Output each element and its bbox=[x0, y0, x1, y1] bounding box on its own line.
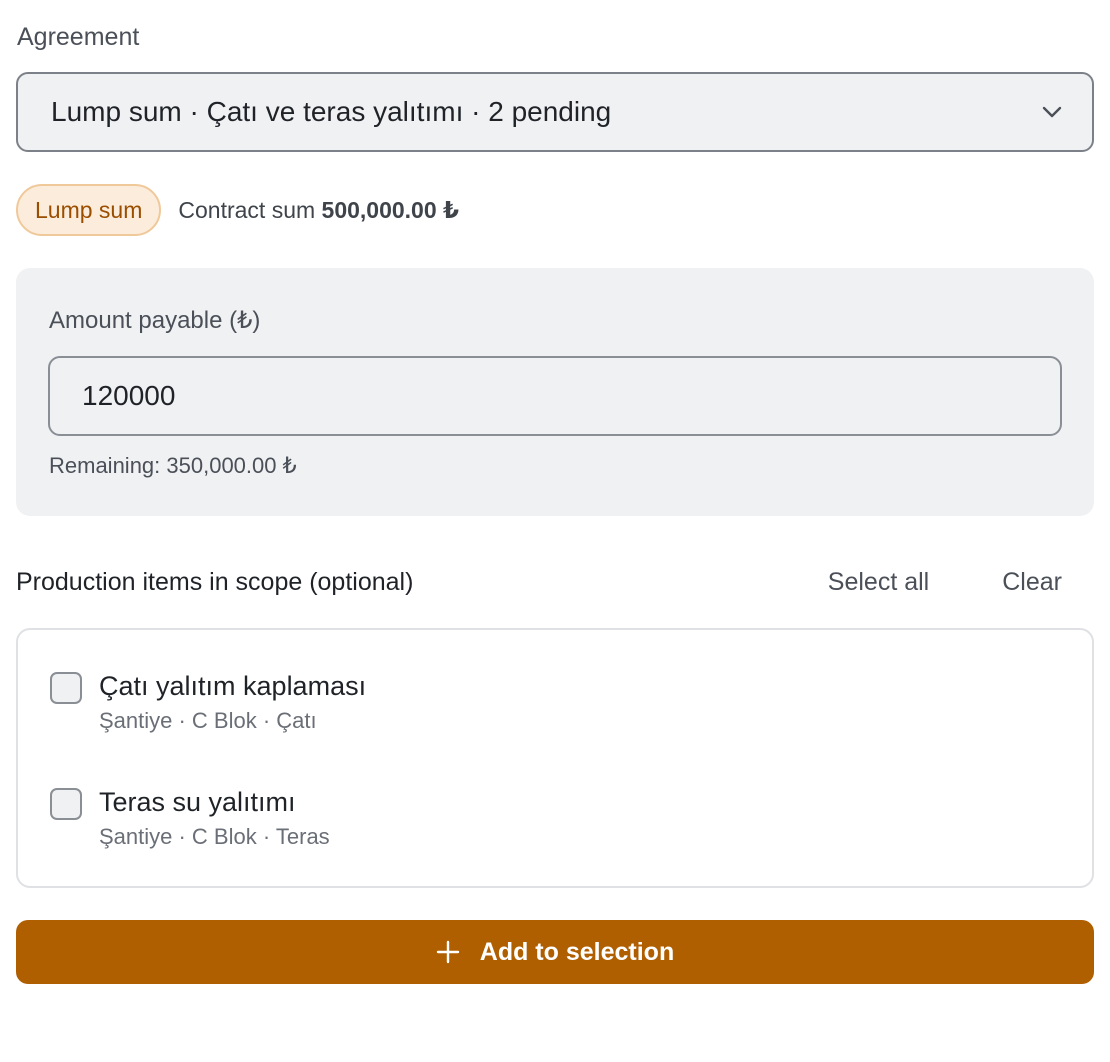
add-to-selection-label: Add to selection bbox=[479, 937, 675, 966]
item-checkbox[interactable] bbox=[50, 672, 82, 704]
contract-sum: Contract sum 500,000.00 ₺ bbox=[178, 197, 459, 224]
item-checkbox[interactable] bbox=[50, 788, 82, 820]
item-subtitle: Şantiye · C Blok · Çatı bbox=[99, 708, 317, 733]
payable-panel: Amount payable (₺) Remaining: 350,000.00… bbox=[16, 268, 1094, 516]
contract-sum-label: Contract sum bbox=[178, 196, 316, 223]
plus-icon bbox=[436, 940, 460, 964]
agreement-selected-value: Lump sum · Çatı ve teras yalıtımı · 2 pe… bbox=[51, 96, 612, 127]
item-title: Çatı yalıtım kaplaması bbox=[99, 671, 367, 701]
amount-payable-label: Amount payable (₺) bbox=[49, 307, 261, 334]
scope-title: Production items in scope (optional) bbox=[16, 567, 414, 596]
remaining-amount: Remaining: 350,000.00 ₺ bbox=[49, 453, 297, 478]
list-item[interactable]: Teras su yalıtımı Şantiye · C Blok · Ter… bbox=[50, 784, 330, 850]
agreement-label: Agreement bbox=[17, 23, 140, 51]
add-to-selection-button[interactable]: Add to selection bbox=[16, 920, 1094, 984]
list-item[interactable]: Çatı yalıtım kaplaması Şantiye · C Blok … bbox=[50, 668, 366, 734]
production-items-list: Çatı yalıtım kaplaması Şantiye · C Blok … bbox=[16, 628, 1094, 888]
clear-button[interactable]: Clear bbox=[1002, 568, 1062, 597]
item-subtitle: Şantiye · C Blok · Teras bbox=[99, 824, 330, 849]
item-text: Teras su yalıtımı Şantiye · C Blok · Ter… bbox=[99, 784, 330, 850]
item-text: Çatı yalıtım kaplaması Şantiye · C Blok … bbox=[99, 668, 366, 734]
contract-sum-value: 500,000.00 ₺ bbox=[321, 196, 460, 223]
item-title: Teras su yalıtımı bbox=[99, 787, 296, 817]
agreement-summary: Lump sum Contract sum 500,000.00 ₺ bbox=[16, 184, 459, 236]
agreement-select[interactable]: Lump sum · Çatı ve teras yalıtımı · 2 pe… bbox=[16, 72, 1094, 152]
chevron-down-icon bbox=[1040, 100, 1064, 124]
payment-form: Agreement Lump sum · Çatı ve teras yalıt… bbox=[0, 0, 1110, 1062]
agreement-type-badge: Lump sum bbox=[16, 184, 162, 236]
scope-header: Production items in scope (optional) Sel… bbox=[16, 560, 1094, 604]
select-all-button[interactable]: Select all bbox=[828, 568, 929, 597]
amount-payable-input[interactable] bbox=[48, 356, 1062, 436]
